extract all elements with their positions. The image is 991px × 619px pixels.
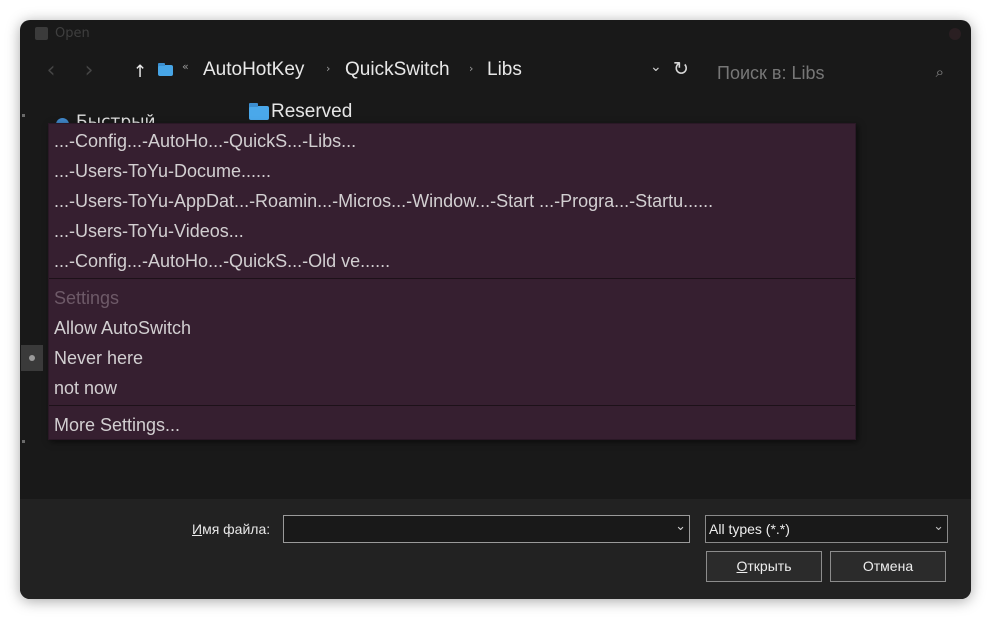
menu-item-not-now[interactable]: not now: [54, 373, 117, 403]
filename-label: Имя файла:: [192, 521, 270, 537]
app-icon: [35, 27, 48, 40]
forward-button[interactable]: ›: [76, 58, 102, 86]
footer-bar: Имя файла: ⌄ All types (*.*) ⌄ Открыть О…: [20, 499, 971, 599]
menu-item-allow-autoswitch[interactable]: Allow AutoSwitch: [54, 313, 191, 343]
file-type-select[interactable]: All types (*.*) ⌄: [705, 515, 948, 543]
breadcrumb-item[interactable]: AutoHotKey: [203, 59, 304, 81]
chevron-right-icon: ›: [84, 58, 94, 83]
filename-field[interactable]: ⌄: [283, 515, 690, 543]
file-item-reserved[interactable]: Reserved: [271, 101, 352, 123]
search-placeholder: Поиск в: Libs: [717, 63, 825, 83]
breadcrumb-item[interactable]: QuickSwitch: [345, 59, 450, 81]
chevron-down-icon[interactable]: ⌄: [650, 59, 662, 75]
close-button[interactable]: [949, 28, 961, 40]
navigation-bar: ‹ › ↑ « AutoHotKey › QuickSwitch › Libs …: [20, 56, 971, 90]
breadcrumb-separator[interactable]: ›: [469, 62, 473, 75]
breadcrumb-overflow[interactable]: «: [182, 60, 189, 73]
up-button[interactable]: ↑: [130, 60, 150, 84]
chevron-down-icon[interactable]: ⌄: [675, 519, 686, 534]
title-bar: Open: [20, 20, 971, 50]
breadcrumb-separator[interactable]: ›: [326, 62, 330, 75]
search-icon[interactable]: ⌕: [936, 63, 944, 81]
open-label: ткрыть: [747, 558, 792, 574]
search-input[interactable]: Поиск в: Libs ⌕: [700, 56, 958, 88]
folder-icon: [158, 63, 173, 76]
folder-icon: [249, 103, 269, 120]
scroll-marker: [22, 440, 25, 443]
menu-item-path[interactable]: ...-Users-ToYu-Docume......: [54, 156, 271, 186]
open-hotkey: О: [736, 558, 748, 574]
menu-item-more-settings[interactable]: More Settings...: [54, 410, 180, 440]
back-button[interactable]: ‹: [38, 58, 64, 86]
breadcrumb-item[interactable]: Libs: [487, 59, 522, 81]
menu-item-path[interactable]: ...-Users-ToYu-AppDat...-Roamin...-Micro…: [54, 186, 713, 216]
menu-separator: [49, 405, 855, 406]
chevron-down-icon: ⌄: [933, 519, 944, 534]
filename-label-text: мя файла:: [202, 521, 271, 537]
menu-separator: [49, 278, 855, 279]
file-type-value: All types (*.*): [709, 521, 790, 537]
arrow-up-icon: ↑: [132, 62, 148, 82]
menu-item-path[interactable]: ...-Users-ToYu-Videos...: [54, 216, 244, 246]
filename-hotkey: И: [192, 521, 203, 537]
open-button[interactable]: Открыть: [706, 551, 822, 582]
menu-item-path[interactable]: ...-Config...-AutoHo...-QuickS...-Libs..…: [54, 126, 356, 156]
menu-header-settings: Settings: [54, 288, 120, 308]
radio-selected-icon: [21, 345, 43, 371]
menu-item-path[interactable]: ...-Config...-AutoHo...-QuickS...-Old ve…: [54, 246, 390, 276]
quickswitch-context-menu: ...-Config...-AutoHo...-QuickS...-Libs..…: [21, 123, 856, 440]
cancel-button[interactable]: Отмена: [830, 551, 946, 582]
scroll-marker: [22, 114, 25, 117]
menu-item-never-here[interactable]: Never here: [54, 343, 143, 373]
chevron-left-icon: ‹: [46, 58, 56, 83]
refresh-icon[interactable]: ↻: [673, 58, 689, 80]
open-dialog: Open ‹ › ↑ « AutoHotKey › QuickSwitch › …: [20, 20, 971, 599]
window-title: Open: [55, 26, 90, 41]
